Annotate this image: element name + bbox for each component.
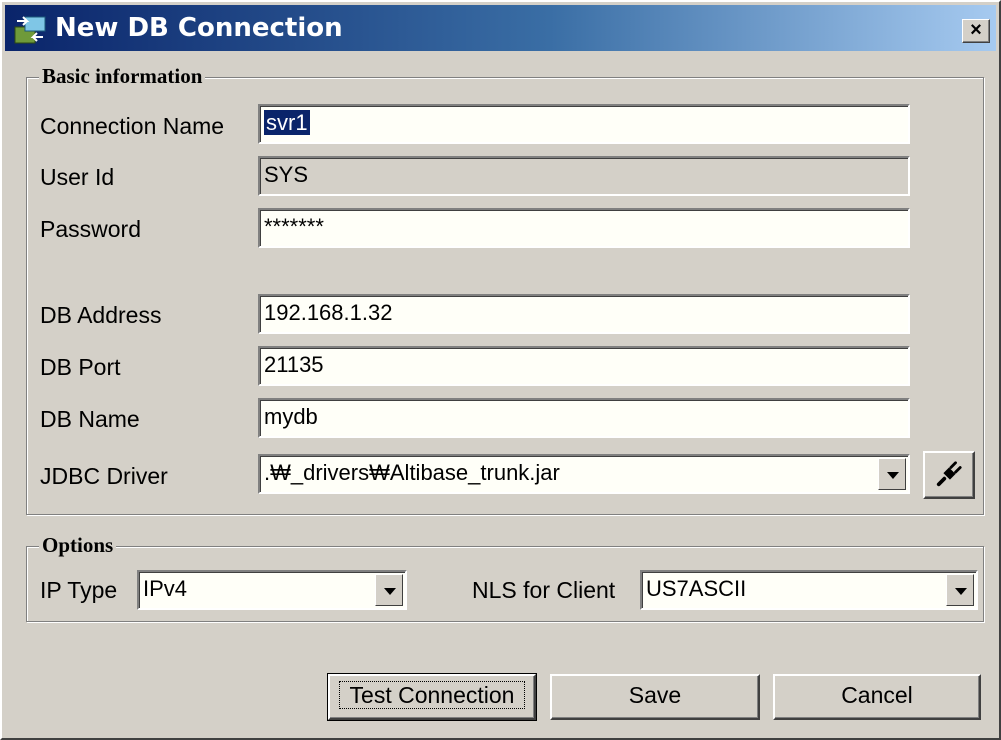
options-legend: Options — [39, 533, 117, 557]
cancel-button[interactable]: Cancel — [773, 674, 981, 720]
db-connection-icon — [14, 16, 46, 44]
user-id-label: User Id — [40, 164, 115, 190]
close-button[interactable]: × — [962, 19, 990, 43]
db-port-value: 21135 — [264, 352, 324, 377]
ip-type-value: IPv4 — [143, 576, 188, 601]
connection-name-input[interactable]: svr1 — [258, 104, 910, 144]
db-address-label: DB Address — [40, 302, 162, 328]
basic-information-legend: Basic information — [39, 64, 206, 88]
jdbc-driver-value: .₩_drivers₩Altibase_trunk.jar — [264, 460, 560, 485]
dialog-title: New DB Connection — [55, 13, 343, 43]
chevron-down-icon[interactable] — [375, 574, 403, 606]
db-name-input[interactable]: mydb — [258, 398, 910, 438]
ip-type-select[interactable]: IPv4 — [137, 570, 407, 610]
connection-name-label: Connection Name — [40, 113, 225, 139]
dialog-window: New DB Connection × Basic information Co… — [0, 0, 1001, 740]
jdbc-driver-label: JDBC Driver — [40, 463, 168, 489]
chevron-down-icon[interactable] — [878, 458, 906, 490]
connection-name-value: svr1 — [264, 110, 310, 135]
password-label: Password — [40, 216, 141, 242]
test-connection-label: Test Connection — [338, 681, 526, 709]
db-name-label: DB Name — [40, 406, 140, 432]
ip-type-label: IP Type — [40, 577, 118, 603]
db-port-label: DB Port — [40, 354, 121, 380]
jdbc-driver-select[interactable]: .₩_drivers₩Altibase_trunk.jar — [258, 454, 910, 494]
password-input[interactable]: ******* — [258, 208, 910, 248]
user-id-input[interactable]: SYS — [258, 156, 910, 196]
plug-icon — [936, 461, 962, 487]
cancel-label: Cancel — [841, 682, 913, 708]
user-id-value: SYS — [264, 162, 309, 187]
driver-plugin-button[interactable] — [923, 451, 975, 499]
save-button[interactable]: Save — [550, 674, 760, 720]
title-bar: New DB Connection × — [5, 5, 996, 51]
nls-value: US7ASCII — [646, 576, 747, 601]
nls-label: NLS for Client — [472, 577, 616, 603]
close-icon: × — [970, 19, 982, 41]
db-name-value: mydb — [264, 404, 318, 429]
db-address-input[interactable]: 192.168.1.32 — [258, 294, 910, 334]
nls-select[interactable]: US7ASCII — [640, 570, 978, 610]
chevron-down-icon[interactable] — [946, 574, 974, 606]
save-label: Save — [628, 682, 682, 708]
password-value: ******* — [264, 214, 324, 239]
test-connection-button[interactable]: Test Connection — [327, 673, 537, 721]
db-address-value: 192.168.1.32 — [264, 300, 393, 325]
db-port-input[interactable]: 21135 — [258, 346, 910, 386]
